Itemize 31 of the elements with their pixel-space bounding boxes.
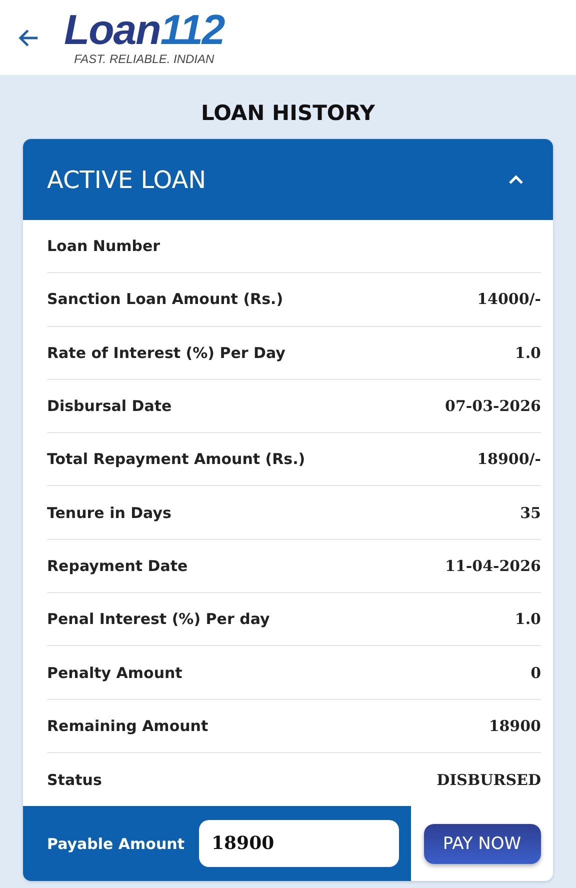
row-label: Tenure in Days	[47, 504, 172, 522]
row-label: Loan Number	[47, 237, 160, 256]
row-value: 11-04-2026	[445, 556, 541, 575]
row-label: Rate of Interest (%) Per Day	[47, 344, 286, 362]
row-label: Penal Interest (%) Per day	[47, 610, 270, 628]
row-value: 18900	[488, 716, 541, 735]
row-value: DISBURSED	[436, 770, 541, 789]
row-label: Status	[47, 770, 102, 789]
row-value: 1.0	[514, 610, 541, 628]
card-title: ACTIVE LOAN	[47, 166, 206, 194]
row-label: Remaining Amount	[47, 716, 208, 735]
card-header[interactable]: ACTIVE LOAN	[23, 139, 553, 220]
row-label: Sanction Loan Amount (Rs.)	[47, 290, 284, 308]
row-value: 18900/-	[477, 450, 541, 468]
logo-number: 112	[160, 10, 224, 50]
pay-now-button[interactable]: PAY NOW	[424, 824, 540, 864]
row-label: Repayment Date	[47, 556, 188, 575]
amount-field[interactable]: 18900	[198, 820, 398, 868]
page-title: LOAN HISTORY	[200, 101, 376, 127]
chevron-icon[interactable]	[507, 174, 525, 186]
row-value: 35	[520, 504, 541, 522]
row-label: Penalty Amount	[47, 664, 182, 682]
payable-label: Payable Amount	[47, 834, 184, 853]
row-value: 14000/-	[477, 290, 541, 308]
logo-wordmark: Loan	[64, 10, 160, 50]
row-value: 0	[530, 664, 541, 682]
row-value: 1.0	[514, 344, 541, 362]
logo-tagline: FAST. RELIABLE. INDIAN	[74, 52, 214, 66]
row-label: Total Repayment Amount (Rs.)	[47, 450, 306, 468]
row-value: 07-03-2026	[445, 397, 541, 416]
row-label: Disbursal Date	[47, 397, 172, 416]
